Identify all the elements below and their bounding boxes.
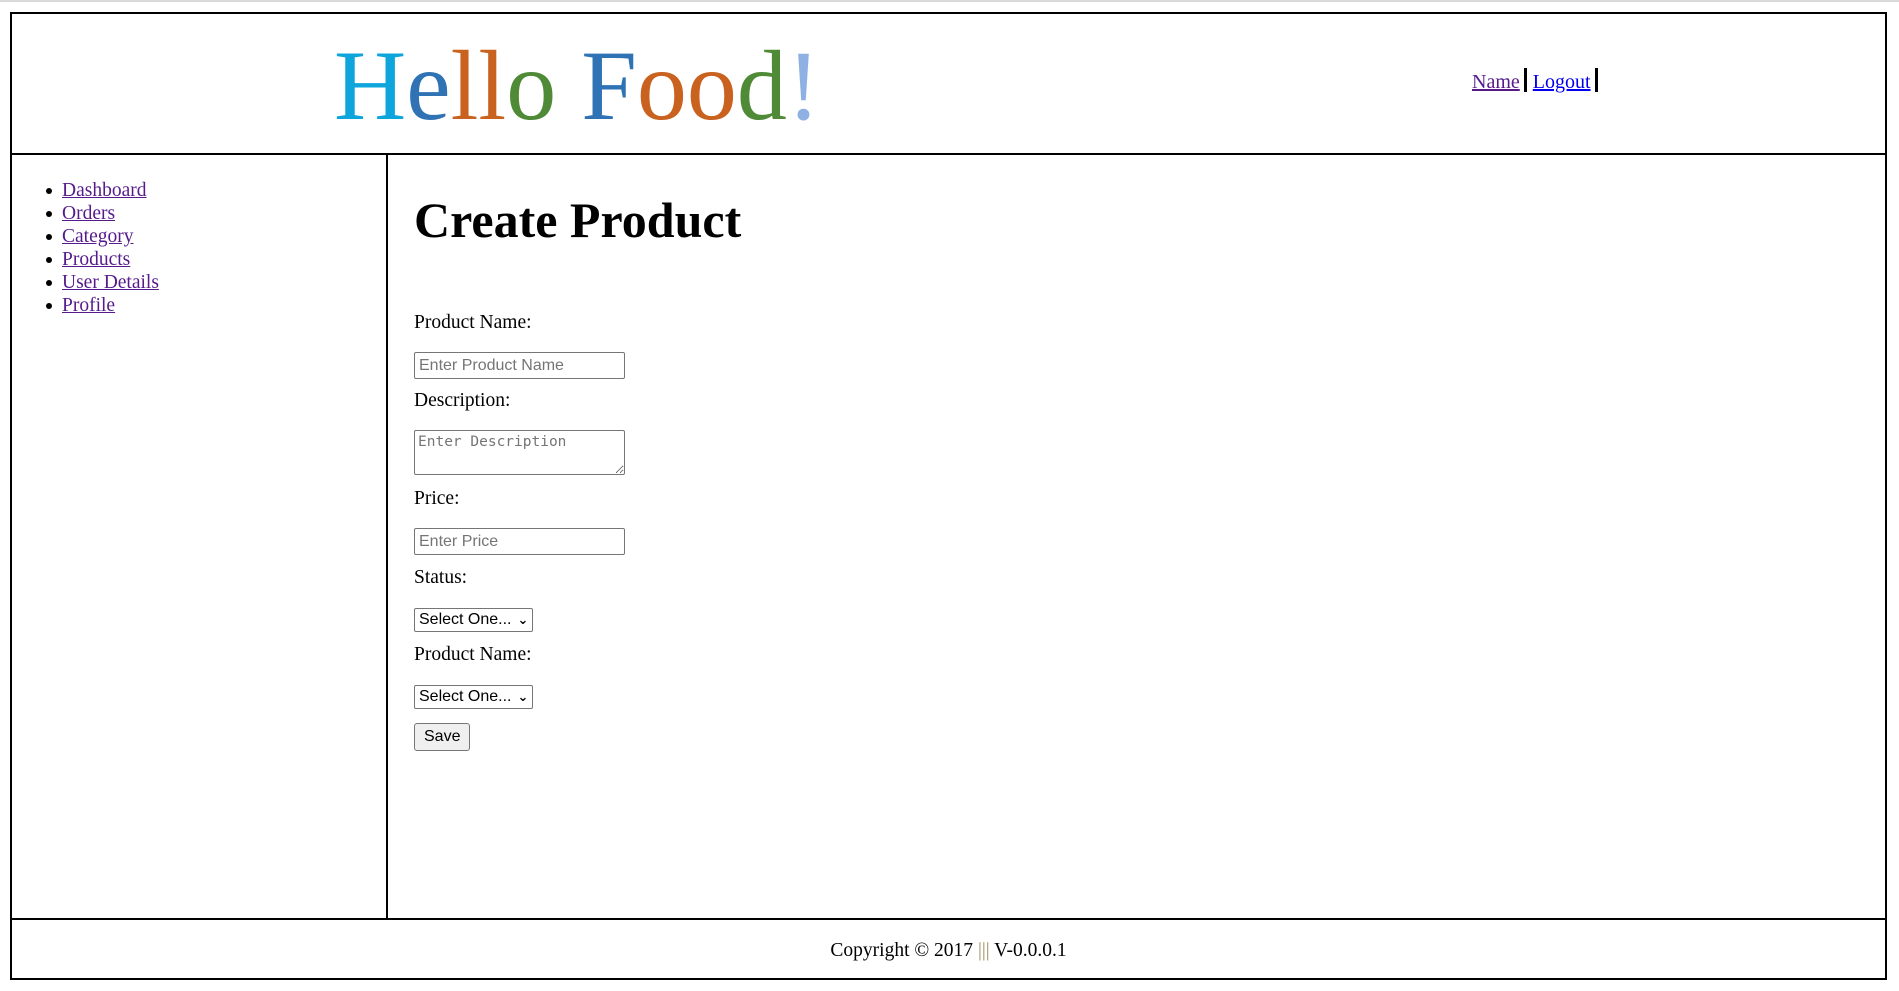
- logo-letter: H: [334, 30, 407, 141]
- logout-link[interactable]: Logout: [1533, 71, 1591, 93]
- sidebar-item-dashboard: Dashboard: [46, 179, 159, 202]
- logo-letter: d: [736, 30, 787, 141]
- chevron-down-icon: ⌄: [517, 689, 529, 704]
- header: Hello Food! Name Logout: [12, 14, 1885, 155]
- price-label: Price:: [414, 488, 460, 509]
- sidebar: Dashboard Orders Category Products User …: [12, 155, 388, 918]
- user-details-link[interactable]: User Details: [62, 272, 159, 293]
- dashboard-link[interactable]: Dashboard: [62, 180, 146, 201]
- sidebar-item-user-details: User Details: [46, 271, 159, 294]
- status-select-value: Select One...: [419, 611, 512, 628]
- main-content: Create Product Product Name: Description…: [388, 155, 1885, 918]
- description-label: Description:: [414, 390, 511, 411]
- logo-letter: o: [636, 30, 687, 141]
- product-name-select-value: Select One...: [419, 688, 512, 705]
- products-link[interactable]: Products: [62, 249, 130, 270]
- header-nav: Name Logout: [1472, 68, 1604, 94]
- footer-pipes: |||: [977, 940, 990, 961]
- sidebar-item-products: Products: [46, 248, 159, 271]
- logo: Hello Food!: [334, 28, 820, 143]
- chevron-down-icon: ⌄: [517, 612, 529, 627]
- sidebar-item-orders: Orders: [46, 202, 159, 225]
- nav-separator: [1523, 68, 1527, 92]
- logo-letter: F: [581, 30, 637, 141]
- sidebar-item-profile: Profile: [46, 294, 159, 317]
- top-edge-line: [0, 0, 1899, 2]
- logo-letter: [556, 28, 581, 143]
- footer: Copyright © 2017 ||| V-0.0.0.1: [12, 918, 1885, 980]
- status-select[interactable]: Select One... ⌄: [414, 608, 534, 632]
- category-link[interactable]: Category: [62, 226, 133, 247]
- copyright-text: Copyright © 2017: [830, 940, 978, 961]
- description-textarea[interactable]: [414, 430, 625, 475]
- product-name-label: Product Name:: [414, 312, 532, 333]
- sidebar-menu: Dashboard Orders Category Products User …: [46, 179, 159, 317]
- logo-letter: l: [450, 30, 479, 141]
- logo-letter: l: [478, 30, 507, 141]
- page-frame: Hello Food! Name Logout Dashboard Orders …: [10, 12, 1887, 980]
- sidebar-item-category: Category: [46, 225, 159, 248]
- save-button[interactable]: Save: [414, 723, 471, 751]
- page-title: Create Product: [414, 192, 742, 248]
- orders-link[interactable]: Orders: [62, 203, 115, 224]
- nav-separator: [1594, 68, 1598, 92]
- profile-link[interactable]: Profile: [62, 295, 115, 316]
- logo-letter: o: [686, 30, 737, 141]
- product-name-select-label: Product Name:: [414, 644, 532, 665]
- product-name-select[interactable]: Select One... ⌄: [414, 685, 534, 709]
- logo-letter: !: [786, 30, 821, 141]
- name-link[interactable]: Name: [1472, 71, 1520, 93]
- price-input[interactable]: [414, 528, 625, 555]
- product-name-input[interactable]: [414, 352, 625, 379]
- logo-letter: e: [406, 30, 451, 141]
- footer-copyright: Copyright © 2017 ||| V-0.0.0.1: [12, 940, 1885, 962]
- status-label: Status:: [414, 567, 468, 588]
- logo-letter: o: [506, 30, 557, 141]
- version-text: V-0.0.0.1: [989, 940, 1067, 961]
